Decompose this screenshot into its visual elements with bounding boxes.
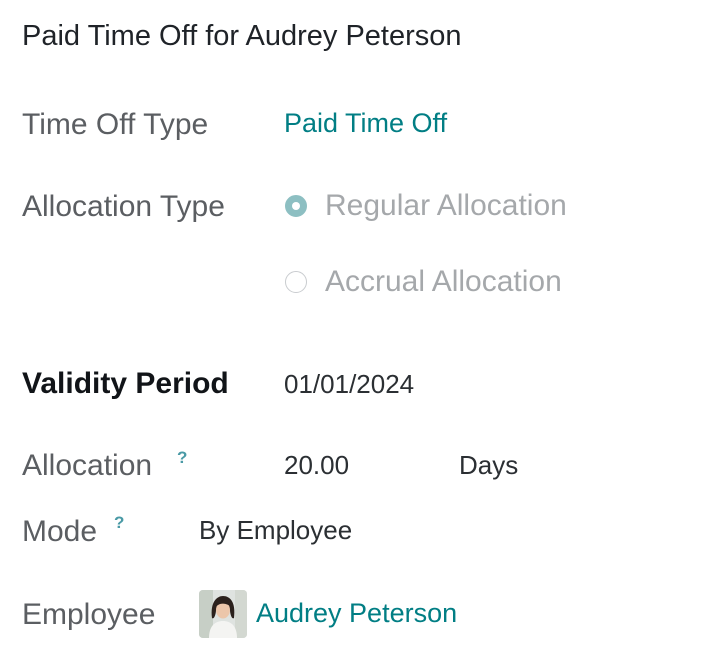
radio-unchecked-icon[interactable] xyxy=(285,271,307,293)
validity-period-label: Validity Period xyxy=(22,367,229,400)
form-title: Paid Time Off for Audrey Peterson xyxy=(22,20,462,52)
radio-regular-allocation[interactable]: Regular Allocation xyxy=(285,189,567,223)
allocation-label: Allocation xyxy=(22,449,153,482)
allocation-amount-field[interactable]: 20.00 xyxy=(284,450,349,481)
employee-avatar[interactable] xyxy=(199,590,247,638)
time-off-type-field[interactable]: Paid Time Off xyxy=(284,108,447,139)
time-off-type-label: Time Off Type xyxy=(22,108,209,141)
radio-accrual-allocation[interactable]: Accrual Allocation xyxy=(285,265,562,299)
mode-label: Mode xyxy=(22,515,98,548)
mode-help-icon[interactable]: ? xyxy=(114,513,124,533)
radio-accrual-allocation-label[interactable]: Accrual Allocation xyxy=(325,265,562,299)
employee-photo-icon xyxy=(199,590,247,638)
allocation-unit: Days xyxy=(459,450,519,480)
allocation-help-icon[interactable]: ? xyxy=(177,448,187,468)
validity-period-field[interactable]: 01/01/2024 xyxy=(284,369,414,400)
employee-label: Employee xyxy=(22,598,156,631)
allocation-type-label: Allocation Type xyxy=(22,190,225,223)
mode-field[interactable]: By Employee xyxy=(199,515,352,546)
radio-checked-icon[interactable] xyxy=(285,195,307,217)
radio-regular-allocation-label[interactable]: Regular Allocation xyxy=(325,189,567,223)
employee-link[interactable]: Audrey Peterson xyxy=(256,598,457,629)
